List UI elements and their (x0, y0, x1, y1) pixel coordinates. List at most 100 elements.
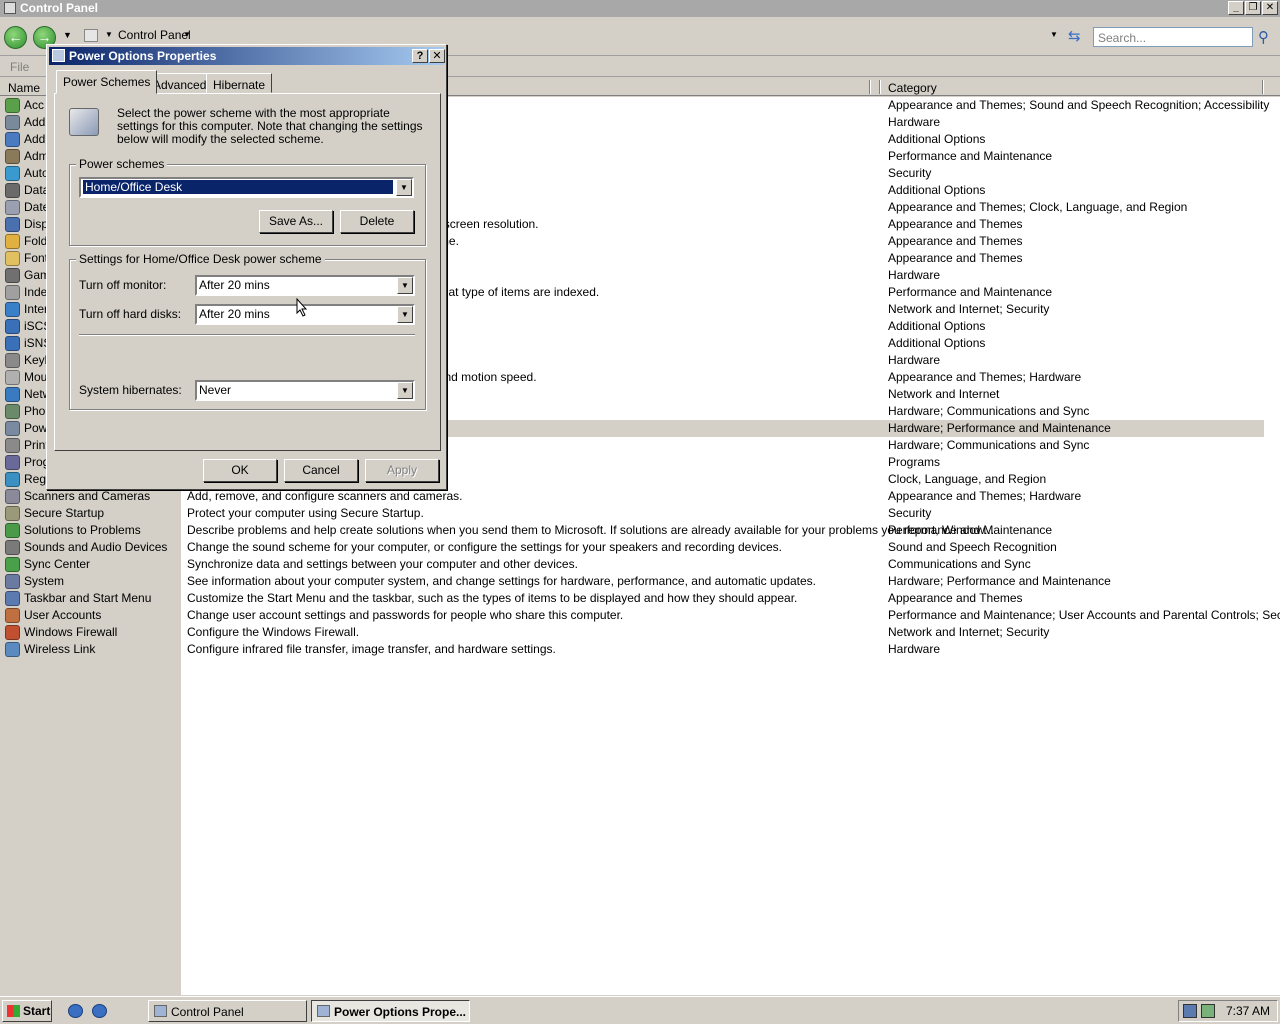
item-category: Hardware; Communications and Sync (888, 404, 1090, 418)
list-item[interactable]: Scanners and Cameras Add, remove, and con… (0, 488, 1280, 505)
chevron-down-icon[interactable]: ▼ (397, 277, 413, 294)
address-dropdown-icon[interactable]: ▼ (1050, 30, 1058, 39)
system-hibernates-select[interactable]: Never ▼ (195, 380, 415, 401)
item-name: Sync Center (24, 557, 91, 571)
item-description: Describe problems and help create soluti… (187, 523, 995, 537)
list-item[interactable]: Secure Startup Protect your computer usin… (0, 505, 1280, 522)
power-tray-icon[interactable] (1201, 1004, 1215, 1018)
window-title: Control Panel (20, 1, 99, 15)
item-category: Appearance and Themes; Clock, Language, … (888, 200, 1188, 214)
task-label: Control Panel (171, 1005, 244, 1019)
dialog-close-button[interactable]: ✕ (429, 49, 445, 63)
column-separator[interactable] (879, 80, 881, 94)
item-description: Change user account settings and passwor… (187, 608, 624, 622)
address-bar[interactable]: ▼ Control Panel ▼ ▼ (80, 26, 1060, 46)
taskbar-control-panel[interactable]: Control Panel (148, 1000, 307, 1022)
item-category: Performance and Maintenance (888, 285, 1053, 299)
item-description: See information about your computer syst… (187, 574, 817, 588)
list-item[interactable]: Sync Center Synchronize data and settings… (0, 556, 1280, 573)
item-name: Taskbar and Start Menu (24, 591, 152, 605)
list-item[interactable]: Taskbar and Start Menu Customize the Star… (0, 590, 1280, 607)
power-scheme-select[interactable]: Home/Office Desk ▼ (79, 177, 414, 198)
item-name: Secure Startup (24, 506, 105, 520)
chevron-down-icon[interactable]: ▼ (396, 179, 412, 196)
item-description: Configure the Windows Firewall. (187, 625, 360, 639)
restore-button[interactable]: ❐ (1245, 1, 1261, 15)
folder-icon (84, 29, 98, 42)
taskbar-power-options[interactable]: Power Options Prope... (311, 1000, 470, 1022)
control-panel-icon (4, 2, 16, 14)
clock: 7:37 AM (1226, 1004, 1271, 1018)
list-item[interactable]: System See information about your compute… (0, 573, 1280, 590)
help-button[interactable]: ? (412, 49, 428, 63)
applet-icon (5, 472, 20, 487)
item-name: System (24, 574, 65, 588)
applet-icon (5, 557, 20, 572)
dialog-titlebar[interactable]: Power Options Properties ? ✕ (49, 47, 445, 65)
applet-icon (5, 591, 20, 606)
chevron-down-icon[interactable]: ▼ (397, 382, 413, 399)
column-separator[interactable] (869, 80, 871, 94)
crumb-chevron-icon[interactable]: ▼ (183, 30, 191, 39)
address-chevron-icon[interactable]: ▼ (105, 30, 113, 39)
window-titlebar: Control Panel _ ❐ ✕ (0, 0, 1280, 17)
search-icon[interactable]: ⚲ (1258, 28, 1269, 46)
column-category[interactable]: Category (888, 81, 937, 95)
chevron-down-icon[interactable]: ▼ (397, 306, 413, 323)
save-as-button[interactable]: Save As... (259, 210, 333, 233)
apply-button[interactable]: Apply (365, 459, 439, 482)
item-category: Hardware (888, 115, 941, 129)
list-item[interactable]: Wireless Link Configure infrared file tra… (0, 641, 1280, 658)
tab-power-schemes[interactable]: Power Schemes (56, 70, 158, 94)
applet-icon (5, 217, 20, 232)
item-name: Windows Firewall (24, 625, 118, 639)
list-item[interactable]: Windows Firewall Configure the Windows Fi… (0, 624, 1280, 641)
applet-icon (5, 98, 20, 113)
close-button[interactable]: ✕ (1262, 1, 1278, 15)
turn-off-monitor-select[interactable]: After 20 mins ▼ (195, 275, 415, 296)
minimize-button[interactable]: _ (1228, 1, 1244, 15)
column-separator[interactable] (1262, 80, 1264, 94)
search-input[interactable]: Search... (1093, 27, 1253, 47)
list-item[interactable]: Solutions to Problems Describe problems a… (0, 522, 1280, 539)
menu-file[interactable]: File (10, 60, 29, 74)
network-tray-icon[interactable] (1183, 1004, 1197, 1018)
item-name: Acc (24, 98, 45, 112)
applet-icon (5, 285, 20, 300)
item-category: Additional Options (888, 132, 986, 146)
item-category: Performance and Maintenance (888, 523, 1053, 537)
ie-quicklaunch-icon[interactable] (68, 1004, 83, 1018)
item-category: Sound and Speech Recognition (888, 540, 1057, 554)
item-category: Network and Internet; Security (888, 625, 1050, 639)
scheme-settings-group: Settings for Home/Office Desk power sche… (69, 252, 426, 410)
item-name: Sounds and Audio Devices (24, 540, 168, 554)
address-crumb[interactable]: Control Panel (118, 28, 191, 42)
refresh-icon[interactable]: ⇆ (1068, 27, 1081, 45)
column-name[interactable]: Name (8, 81, 40, 95)
monitor-value: After 20 mins (199, 278, 270, 292)
power-schemes-panel: Select the power scheme with the most ap… (54, 93, 441, 451)
item-name: Regi (24, 472, 49, 486)
divider (79, 334, 415, 336)
applet-icon (5, 608, 20, 623)
cancel-button[interactable]: Cancel (284, 459, 358, 482)
item-description: Customize the Start Menu and the taskbar… (187, 591, 798, 605)
taskbar: Start Control Panel Power Options Prope.… (0, 996, 1280, 1024)
power-options-task-icon (317, 1005, 330, 1017)
applet-icon (5, 234, 20, 249)
start-button[interactable]: Start (2, 1000, 52, 1022)
recent-pages-chevron-icon[interactable]: ▼ (63, 30, 72, 40)
list-item[interactable]: Sounds and Audio Devices Change the sound… (0, 539, 1280, 556)
power-options-dialog: Power Options Properties ? ✕ Power Schem… (46, 44, 447, 490)
delete-button[interactable]: Delete (340, 210, 414, 233)
explorer-quicklaunch-icon[interactable] (92, 1004, 107, 1018)
item-name: Inter (24, 302, 49, 316)
applet-icon (5, 319, 20, 334)
power-schemes-label: Power schemes (76, 157, 168, 171)
list-item[interactable]: User Accounts Change user account setting… (0, 607, 1280, 624)
applet-icon (5, 251, 20, 266)
tab-hibernate[interactable]: Hibernate (206, 73, 273, 93)
item-category: Appearance and Themes (888, 234, 1023, 248)
back-arrow-icon[interactable]: ← (4, 26, 27, 49)
ok-button[interactable]: OK (203, 459, 277, 482)
